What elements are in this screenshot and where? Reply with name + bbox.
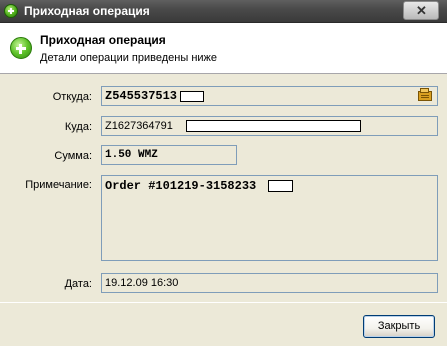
amount-field[interactable]: 1.50 WMZ [101,145,237,165]
footer-divider [0,302,447,303]
window-close-button[interactable]: ✕ [403,1,439,20]
redacted-mark [186,120,361,132]
header-title: Приходная операция [40,33,166,47]
to-label: Куда: [64,121,92,133]
window-title: Приходная операция [24,4,150,18]
from-field[interactable]: Z545537513 [101,86,438,106]
note-label: Примечание: [25,179,92,191]
date-field[interactable]: 19.12.09 16:30 [101,273,438,293]
title-bar[interactable]: Приходная операция ✕ [0,0,447,23]
dialog-header: Приходная операция Детали операции приве… [0,23,447,74]
wallet-icon[interactable] [417,87,433,103]
date-value: 19.12.09 16:30 [105,277,179,289]
from-label: Откуда: [52,91,92,103]
header-subtitle: Детали операции приведены ниже [40,52,218,64]
to-value: Z1627364791 [105,120,173,132]
date-label: Дата: [64,278,92,290]
close-icon: ✕ [416,3,427,18]
to-field[interactable]: Z1627364791 [101,116,438,136]
plus-icon [10,37,32,59]
amount-value: 1.50 WMZ [105,149,158,161]
close-button[interactable]: Закрыть [363,315,435,338]
from-value: Z545537513 [105,89,178,103]
redacted-mark [180,91,204,102]
incoming-operation-icon [4,4,18,18]
note-value: Order #101219-3158233 [105,179,257,193]
amount-label: Сумма: [54,150,92,162]
redacted-mark [268,180,293,192]
note-field[interactable]: Order #101219-3158233 [101,175,438,261]
operation-window: Приходная операция ✕ Приходная операция … [0,0,447,346]
